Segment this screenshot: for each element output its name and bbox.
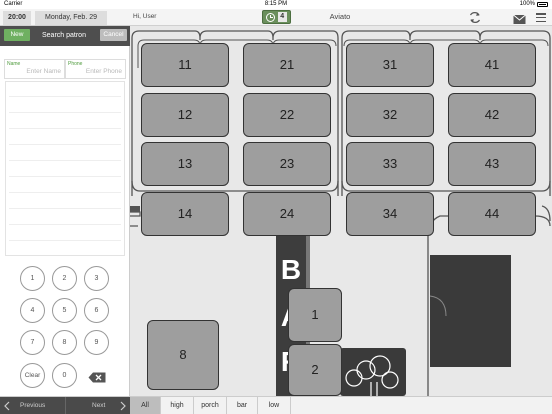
table-31[interactable]: 31 (346, 43, 434, 87)
mail-icon (513, 14, 526, 24)
table-44[interactable]: 44 (448, 192, 536, 236)
bar-label-letter-b: B (281, 254, 301, 285)
waitlist-count-badge: 4 (277, 12, 287, 22)
table-12[interactable]: 12 (141, 93, 229, 137)
filter-tab-porch[interactable]: porch (194, 397, 227, 414)
table-41[interactable]: 41 (448, 43, 536, 87)
name-field-placeholder: Enter Name (26, 68, 61, 75)
keypad-key-2[interactable]: 2 (52, 266, 77, 291)
table-42[interactable]: 42 (448, 93, 536, 137)
status-time: 8:15 PM (264, 1, 288, 7)
phone-field-placeholder: Enter Phone (85, 68, 122, 75)
battery-indicator: 100% (520, 0, 548, 9)
table-21[interactable]: 21 (243, 43, 331, 87)
keypad-key-0[interactable]: 0 (52, 363, 77, 388)
keypad-key-7[interactable]: 7 (20, 330, 45, 355)
phone-field-label: Phone (68, 61, 83, 67)
search-header: New Search patron Cancel (0, 26, 130, 46)
waitlist-clock-button[interactable]: 4 (262, 10, 291, 24)
keypad-key-5[interactable]: 5 (52, 298, 77, 323)
date-selector[interactable]: Monday, Feb. 29 (35, 11, 107, 25)
table-13[interactable]: 13 (141, 142, 229, 186)
filter-tab-low[interactable]: low (258, 397, 291, 414)
menu-icon (536, 13, 546, 15)
keypad-clear-button[interactable]: Clear (20, 363, 45, 388)
time-selector[interactable]: 20:00 (3, 11, 31, 25)
filter-tab-high[interactable]: high (161, 397, 194, 414)
filter-tab-bar[interactable]: bar (227, 397, 258, 414)
previous-label: Previous (20, 402, 46, 409)
keypad-key-6[interactable]: 6 (84, 298, 109, 323)
table-22[interactable]: 22 (243, 93, 331, 137)
name-field-label: Name (7, 61, 21, 67)
name-field[interactable]: Name Enter Name (4, 59, 65, 79)
table-34[interactable]: 34 (346, 192, 434, 236)
keypad-key-3[interactable]: 3 (84, 266, 109, 291)
refresh-button[interactable] (468, 11, 482, 24)
table-23[interactable]: 23 (243, 142, 331, 186)
table-8[interactable]: 8 (147, 320, 219, 390)
chevron-right-icon (120, 401, 126, 411)
previous-button[interactable]: Previous (0, 397, 65, 414)
battery-percent: 100% (519, 1, 535, 7)
menu-button[interactable] (536, 13, 546, 22)
backspace-button[interactable] (88, 370, 106, 383)
next-label: Next (92, 402, 106, 409)
patron-search-panel: New Search patron Cancel Name Enter Name… (0, 26, 130, 396)
phone-field[interactable]: Phone Enter Phone (65, 59, 126, 79)
keypad-key-1[interactable]: 1 (20, 266, 45, 291)
table-33[interactable]: 33 (346, 142, 434, 186)
new-patron-button[interactable]: New (4, 29, 30, 41)
next-button[interactable]: Next (65, 397, 130, 414)
table-11[interactable]: 11 (141, 43, 229, 87)
table-14[interactable]: 14 (141, 192, 229, 236)
venue-title: Aviato (329, 12, 351, 21)
table-1[interactable]: 1 (288, 288, 342, 342)
backspace-icon (88, 372, 106, 383)
keypad-key-9[interactable]: 9 (84, 330, 109, 355)
table-43[interactable]: 43 (448, 142, 536, 186)
clock-icon (266, 12, 276, 22)
battery-icon (537, 2, 548, 7)
user-greeting: Hi, User (133, 13, 157, 20)
patron-results-list[interactable] (5, 81, 125, 256)
cancel-button[interactable]: Cancel (100, 29, 127, 41)
top-bar: 20:00 Monday, Feb. 29 Hi, User 4 Aviato (0, 9, 552, 26)
refresh-icon (469, 12, 481, 23)
table-2[interactable]: 2 (288, 344, 342, 396)
bottom-bar: Previous Next All high porch bar low (0, 396, 552, 414)
table-32[interactable]: 32 (346, 93, 434, 137)
status-bar: Carrier 8:15 PM 100% (0, 0, 552, 9)
search-title: Search patron (42, 32, 86, 39)
chevron-left-icon (4, 401, 10, 411)
keypad-key-4[interactable]: 4 (20, 298, 45, 323)
mail-button[interactable] (513, 12, 526, 24)
keypad-key-8[interactable]: 8 (52, 330, 77, 355)
filter-tab-all[interactable]: All (130, 397, 161, 414)
table-24[interactable]: 24 (243, 192, 331, 236)
floor-plan: B A R 11 21 31 41 12 22 32 42 13 23 33 4… (130, 26, 552, 396)
